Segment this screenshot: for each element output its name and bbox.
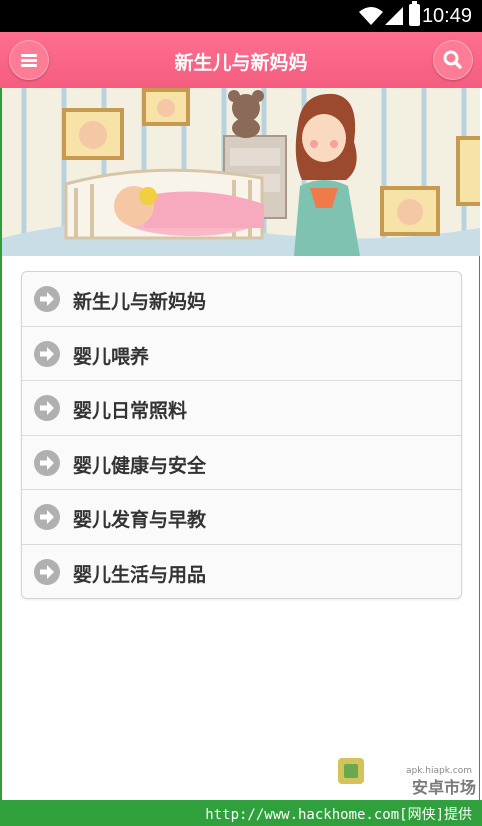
list-item-life-supplies[interactable]: 婴儿生活与用品 [22,545,461,599]
list-item-label: 婴儿健康与安全 [73,454,207,477]
watermark-text: 安卓市场 [411,778,476,797]
list-item-label: 婴儿喂养 [73,345,150,368]
list-item-health-safety[interactable]: 婴儿健康与安全 [22,436,461,490]
list-item-label: 新生儿与新妈妈 [73,291,207,313]
list-item-label: 婴儿日常照料 [73,400,188,422]
footer-text: http://www.hackhome.com[网侠]提供 [205,807,472,823]
page-title: 新生儿与新妈妈 [174,52,308,74]
list-item-daily-care[interactable]: 婴儿日常照料 [22,381,461,436]
arrow-right-circle-icon [34,340,60,367]
list-item-label: 婴儿发育与早教 [73,509,207,531]
category-list: 新生儿与新妈妈 婴儿喂养 婴儿日常照料 婴儿健康与安全 婴儿发育与早教 婴儿生活… [21,271,462,599]
status-bar: 10:49 [0,0,482,32]
status-time: 10:49 [421,5,472,27]
arrow-right-circle-icon [34,395,60,421]
list-item-development-education[interactable]: 婴儿发育与早教 [22,490,461,545]
arrow-right-circle-icon [34,449,60,476]
arrow-right-circle-icon [34,504,60,530]
battery-icon [409,1,420,26]
mother-baby-illustration [2,88,480,256]
signal-icon [385,7,403,25]
android-market-logo-icon [338,758,364,784]
search-icon [443,50,462,69]
app-header: 新生儿与新妈妈 [0,32,482,88]
list-item-label: 婴儿生活与用品 [73,563,207,586]
footer-bar: http://www.hackhome.com[网侠]提供 [0,800,482,826]
list-item-newborn-and-mother[interactable]: 新生儿与新妈妈 [22,272,461,327]
arrow-right-circle-icon [34,286,60,312]
arrow-right-circle-icon [34,558,60,585]
list-item-feeding[interactable]: 婴儿喂养 [22,327,461,381]
search-button[interactable] [433,40,473,80]
banner-image [2,88,480,256]
wifi-icon [359,7,383,25]
